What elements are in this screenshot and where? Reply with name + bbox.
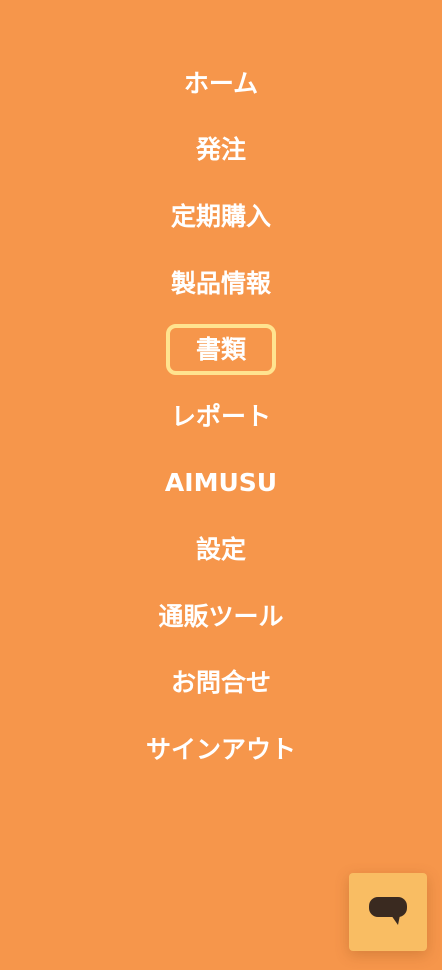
nav-item-documents: 書類 (0, 316, 442, 383)
nav-link-order[interactable]: 発注 (178, 125, 264, 174)
nav-link-sign-out[interactable]: サインアウト (128, 725, 314, 774)
nav-link-product-info[interactable]: 製品情報 (153, 259, 289, 308)
nav-item-home: ホーム (0, 50, 442, 117)
nav-item-contact: お問合せ (0, 649, 442, 716)
nav-item-settings: 設定 (0, 516, 442, 583)
nav-link-aimusu[interactable]: AIMUSU (147, 458, 295, 507)
nav-link-settings[interactable]: 設定 (178, 525, 264, 574)
nav-item-aimusu: AIMUSU (0, 450, 442, 517)
nav-link-reports[interactable]: レポート (153, 392, 289, 441)
nav-item-sign-out: サインアウト (0, 716, 442, 783)
nav-link-contact[interactable]: お問合せ (153, 658, 289, 707)
nav-link-subscription[interactable]: 定期購入 (153, 192, 289, 241)
chat-bubble-icon (369, 897, 407, 925)
nav-item-order: 発注 (0, 117, 442, 184)
side-nav-menu: ホーム 発注 定期購入 製品情報 書類 レポート AIMUSU 設定 通販ツール… (0, 50, 442, 783)
nav-item-mail-order-tools: 通販ツール (0, 583, 442, 650)
nav-link-home[interactable]: ホーム (166, 59, 276, 108)
nav-item-reports: レポート (0, 383, 442, 450)
nav-link-documents[interactable]: 書類 (165, 324, 276, 376)
nav-link-mail-order-tools[interactable]: 通販ツール (140, 592, 301, 641)
nav-item-subscription: 定期購入 (0, 183, 442, 250)
nav-item-product-info: 製品情報 (0, 250, 442, 317)
chat-button[interactable] (349, 873, 427, 951)
